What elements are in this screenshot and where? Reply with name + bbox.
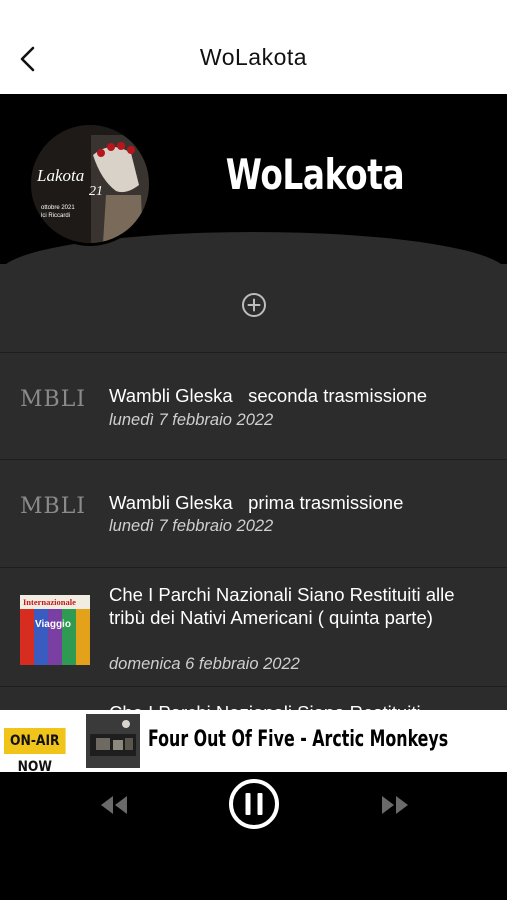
episode-item[interactable]: MBLI Wambli Gleska seconda trasmissione … — [0, 352, 507, 460]
episode-date: domenica 6 febbraio 2022 — [109, 655, 300, 673]
show-title: WoLakota — [225, 150, 405, 199]
episode-date: lunedì 7 febbraio 2022 — [109, 517, 274, 535]
thumbnail-brand: Internazionale — [23, 597, 76, 607]
episode-date: lunedì 7 febbraio 2022 — [109, 411, 274, 429]
episode-title: Che I Parchi Nazionali Siano Restituiti — [109, 701, 489, 710]
page-title: WoLakota — [199, 44, 308, 70]
episode-thumbnail: MBLI — [20, 387, 86, 412]
episode-item[interactable]: MBLI Wambli Gleska prima trasmissione lu… — [0, 459, 507, 568]
cover-text-date: ottobre 2021 — [41, 205, 75, 211]
thumbnail-label: Viaggio — [35, 619, 71, 630]
album-cover-image — [86, 714, 140, 768]
cover-text-year: 21 — [89, 184, 103, 199]
on-air-badge: ON-AIR NOW — [4, 728, 66, 775]
now-playing-bar[interactable]: ON-AIR NOW Four Out Of Five - Arctic Mon… — [0, 710, 507, 775]
episode-list: MBLI Wambli Gleska seconda trasmissione … — [0, 264, 507, 710]
rewind-icon[interactable] — [99, 794, 129, 816]
add-row — [0, 264, 507, 352]
navigation-bar: WoLakota — [0, 0, 507, 94]
episode-title: Wambli Gleska seconda trasmissione — [109, 385, 428, 406]
show-cover-image: Lakota 21 ottobre 2021 lci Riccardi — [28, 122, 152, 246]
fast-forward-icon[interactable] — [380, 794, 410, 816]
player-controls — [0, 772, 507, 900]
pause-circle-icon[interactable] — [228, 778, 280, 830]
episode-title: Wambli Gleska prima trasmissione — [109, 492, 404, 513]
episode-thumbnail: MBLI — [20, 494, 86, 519]
episode-thumbnail: Internazionale Viaggio — [20, 595, 90, 665]
cover-text-author: lci Riccardi — [41, 213, 70, 219]
cover-artwork: Lakota 21 ottobre 2021 lci Riccardi — [31, 125, 149, 243]
cover-text-title: Lakota — [36, 166, 84, 185]
episode-item[interactable]: Che I Parchi Nazionali Siano Restituiti — [0, 686, 507, 710]
plus-circle-icon[interactable] — [241, 292, 267, 318]
episode-title: Che I Parchi Nazionali Siano Restituiti … — [109, 584, 460, 628]
now-playing-song: Four Out Of Five - Arctic Monkeys — [148, 727, 449, 752]
episode-item[interactable]: Internazionale Viaggio Che I Parchi Nazi… — [0, 567, 507, 687]
